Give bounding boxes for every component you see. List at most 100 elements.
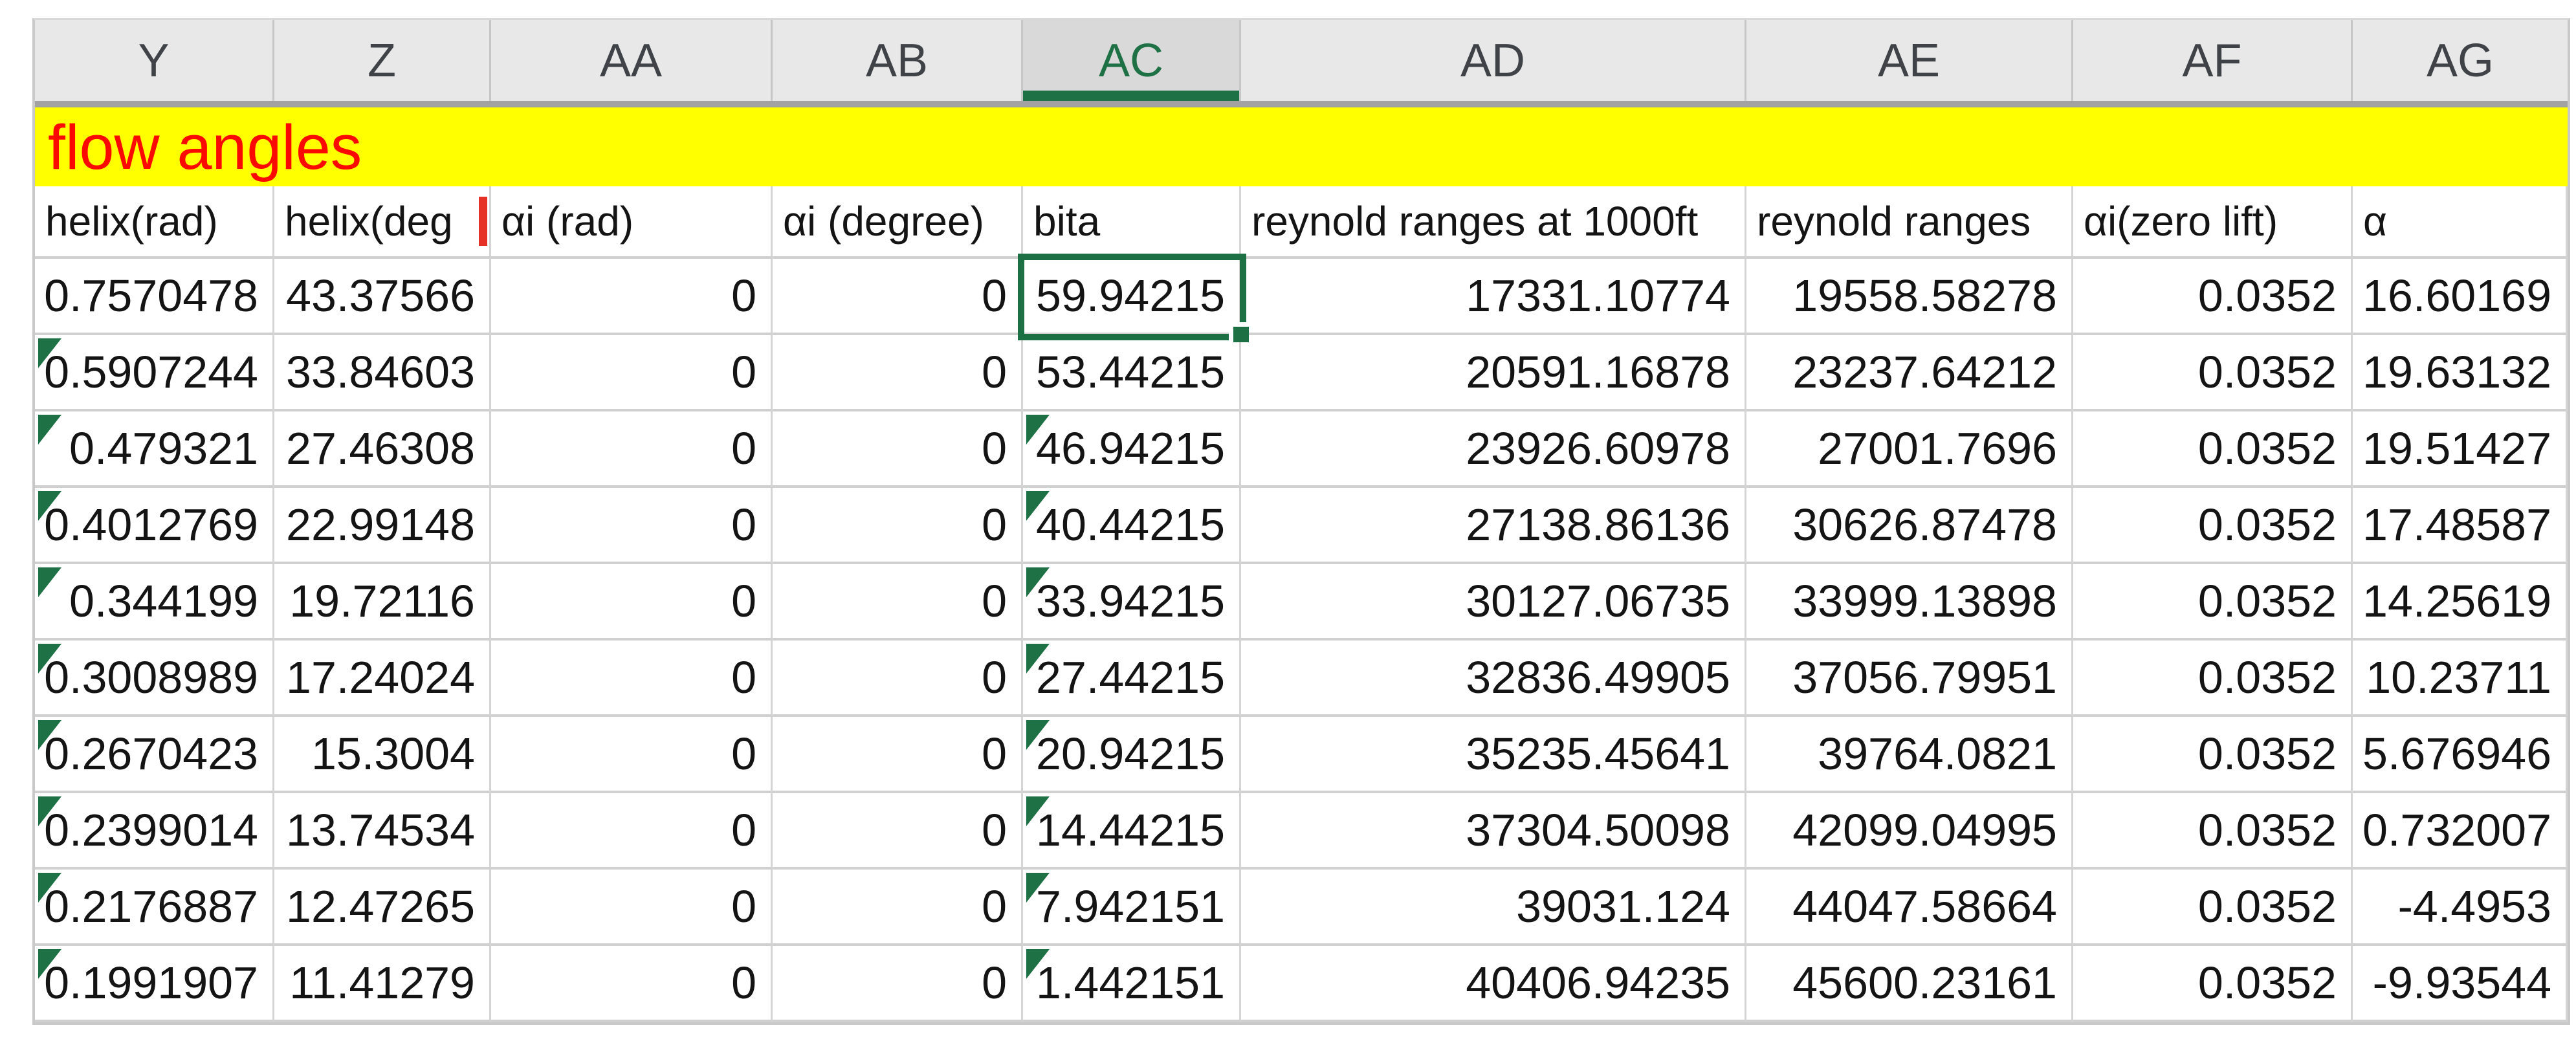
cell-Y-row5[interactable]: 0.344199 bbox=[35, 564, 274, 641]
cell-AD-row8[interactable]: 37304.50098 bbox=[1241, 793, 1746, 870]
fill-handle[interactable] bbox=[1229, 322, 1249, 342]
cell-AE-row1[interactable]: 19558.58278 bbox=[1746, 259, 2073, 335]
cell-AF-row5[interactable]: 0.0352 bbox=[2073, 564, 2353, 641]
cell-AE-row8[interactable]: 42099.04995 bbox=[1746, 793, 2073, 870]
cell-AD-row6[interactable]: 32836.49905 bbox=[1241, 641, 1746, 717]
field-header-AE[interactable]: reynold ranges bbox=[1746, 186, 2073, 259]
cell-AF-row8[interactable]: 0.0352 bbox=[2073, 793, 2353, 870]
cell-AG-row9[interactable]: -4.4953 bbox=[2353, 870, 2568, 946]
cell-AG-row10[interactable]: -9.93544 bbox=[2353, 946, 2568, 1022]
cell-AA-row3[interactable]: 0 bbox=[491, 411, 773, 488]
cell-AD-row1[interactable]: 17331.10774 bbox=[1241, 259, 1746, 335]
column-header-AA[interactable]: AA bbox=[491, 20, 773, 101]
cell-AD-row9[interactable]: 39031.124 bbox=[1241, 870, 1746, 946]
field-header-AB[interactable]: αi (degree) bbox=[773, 186, 1023, 259]
cell-AC-row4[interactable]: 40.44215 bbox=[1023, 488, 1241, 564]
cell-AA-row5[interactable]: 0 bbox=[491, 564, 773, 641]
cell-AD-row2[interactable]: 20591.16878 bbox=[1241, 335, 1746, 411]
cell-Z-row10[interactable]: 11.41279 bbox=[274, 946, 491, 1022]
cell-AA-row9[interactable]: 0 bbox=[491, 870, 773, 946]
cell-AC-row3[interactable]: 46.94215 bbox=[1023, 411, 1241, 488]
cell-AF-row3[interactable]: 0.0352 bbox=[2073, 411, 2353, 488]
field-header-AG[interactable]: α bbox=[2353, 186, 2568, 259]
cell-AG-row5[interactable]: 14.25619 bbox=[2353, 564, 2568, 641]
cell-AF-row7[interactable]: 0.0352 bbox=[2073, 717, 2353, 793]
column-header-AG[interactable]: AG bbox=[2353, 20, 2568, 101]
cell-Z-row5[interactable]: 19.72116 bbox=[274, 564, 491, 641]
cell-AA-row8[interactable]: 0 bbox=[491, 793, 773, 870]
cell-AB-row10[interactable]: 0 bbox=[773, 946, 1023, 1022]
column-header-AC[interactable]: AC bbox=[1023, 20, 1241, 101]
cell-AA-row2[interactable]: 0 bbox=[491, 335, 773, 411]
cell-AG-row4[interactable]: 17.48587 bbox=[2353, 488, 2568, 564]
field-header-Y[interactable]: helix(rad) bbox=[35, 186, 274, 259]
cell-Z-row3[interactable]: 27.46308 bbox=[274, 411, 491, 488]
column-header-Y[interactable]: Y bbox=[35, 20, 274, 101]
selected-cell-AC-row1[interactable]: 59.94215 bbox=[1023, 259, 1241, 335]
cell-Y-row4[interactable]: 0.4012769 bbox=[35, 488, 274, 564]
column-header-AF[interactable]: AF bbox=[2073, 20, 2353, 101]
field-header-AD[interactable]: reynold ranges at 1000ft bbox=[1241, 186, 1746, 259]
cell-AD-row3[interactable]: 23926.60978 bbox=[1241, 411, 1746, 488]
cell-AC-row9[interactable]: 7.942151 bbox=[1023, 870, 1241, 946]
cell-AE-row7[interactable]: 39764.0821 bbox=[1746, 717, 2073, 793]
field-header-AF[interactable]: αi(zero lift) bbox=[2073, 186, 2353, 259]
cell-AG-row1[interactable]: 16.60169 bbox=[2353, 259, 2568, 335]
cell-Y-row7[interactable]: 0.2670423 bbox=[35, 717, 274, 793]
cell-AB-row1[interactable]: 0 bbox=[773, 259, 1023, 335]
cell-AA-row10[interactable]: 0 bbox=[491, 946, 773, 1022]
cell-Y-row2[interactable]: 0.5907244 bbox=[35, 335, 274, 411]
cell-AB-row9[interactable]: 0 bbox=[773, 870, 1023, 946]
cell-Y-row9[interactable]: 0.2176887 bbox=[35, 870, 274, 946]
cell-AF-row9[interactable]: 0.0352 bbox=[2073, 870, 2353, 946]
field-header-AC[interactable]: bita bbox=[1023, 186, 1241, 259]
cell-AG-row8[interactable]: 0.732007 bbox=[2353, 793, 2568, 870]
cell-AF-row1[interactable]: 0.0352 bbox=[2073, 259, 2353, 335]
cell-AD-row7[interactable]: 35235.45641 bbox=[1241, 717, 1746, 793]
field-header-AA[interactable]: αi (rad) bbox=[491, 186, 773, 259]
cell-Y-row6[interactable]: 0.3008989 bbox=[35, 641, 274, 717]
cell-AB-row2[interactable]: 0 bbox=[773, 335, 1023, 411]
column-header-AE[interactable]: AE bbox=[1746, 20, 2073, 101]
cell-AC-row6[interactable]: 27.44215 bbox=[1023, 641, 1241, 717]
cell-AE-row10[interactable]: 45600.23161 bbox=[1746, 946, 2073, 1022]
cell-AB-row5[interactable]: 0 bbox=[773, 564, 1023, 641]
column-header-AD[interactable]: AD bbox=[1241, 20, 1746, 101]
cell-AG-row7[interactable]: 5.676946 bbox=[2353, 717, 2568, 793]
cell-Y-row1[interactable]: 0.7570478 bbox=[35, 259, 274, 335]
cell-AE-row4[interactable]: 30626.87478 bbox=[1746, 488, 2073, 564]
cell-Z-row2[interactable]: 33.84603 bbox=[274, 335, 491, 411]
cell-Z-row1[interactable]: 43.37566 bbox=[274, 259, 491, 335]
cell-AC-row8[interactable]: 14.44215 bbox=[1023, 793, 1241, 870]
cell-AE-row9[interactable]: 44047.58664 bbox=[1746, 870, 2073, 946]
cell-AE-row5[interactable]: 33999.13898 bbox=[1746, 564, 2073, 641]
cell-AA-row6[interactable]: 0 bbox=[491, 641, 773, 717]
cell-AE-row6[interactable]: 37056.79951 bbox=[1746, 641, 2073, 717]
cell-AG-row6[interactable]: 10.23711 bbox=[2353, 641, 2568, 717]
cell-AE-row2[interactable]: 23237.64212 bbox=[1746, 335, 2073, 411]
cell-AE-row3[interactable]: 27001.7696 bbox=[1746, 411, 2073, 488]
banner-merged-cell[interactable]: flow angles bbox=[35, 107, 2568, 186]
cell-Z-row6[interactable]: 17.24024 bbox=[274, 641, 491, 717]
cell-Y-row3[interactable]: 0.479321 bbox=[35, 411, 274, 488]
cell-AB-row7[interactable]: 0 bbox=[773, 717, 1023, 793]
column-header-Z[interactable]: Z bbox=[274, 20, 491, 101]
cell-AB-row8[interactable]: 0 bbox=[773, 793, 1023, 870]
column-header-AB[interactable]: AB bbox=[773, 20, 1023, 101]
cell-Z-row4[interactable]: 22.99148 bbox=[274, 488, 491, 564]
cell-AD-row4[interactable]: 27138.86136 bbox=[1241, 488, 1746, 564]
cell-AA-row4[interactable]: 0 bbox=[491, 488, 773, 564]
cell-AC-row7[interactable]: 20.94215 bbox=[1023, 717, 1241, 793]
cell-AA-row7[interactable]: 0 bbox=[491, 717, 773, 793]
cell-AD-row5[interactable]: 30127.06735 bbox=[1241, 564, 1746, 641]
cell-AB-row4[interactable]: 0 bbox=[773, 488, 1023, 564]
cell-AC-row2[interactable]: 53.44215 bbox=[1023, 335, 1241, 411]
cell-Z-row9[interactable]: 12.47265 bbox=[274, 870, 491, 946]
cell-AD-row10[interactable]: 40406.94235 bbox=[1241, 946, 1746, 1022]
cell-Y-row10[interactable]: 0.1991907 bbox=[35, 946, 274, 1022]
cell-AB-row3[interactable]: 0 bbox=[773, 411, 1023, 488]
cell-AF-row10[interactable]: 0.0352 bbox=[2073, 946, 2353, 1022]
cell-AF-row4[interactable]: 0.0352 bbox=[2073, 488, 2353, 564]
cell-AF-row2[interactable]: 0.0352 bbox=[2073, 335, 2353, 411]
cell-AC-row10[interactable]: 1.442151 bbox=[1023, 946, 1241, 1022]
